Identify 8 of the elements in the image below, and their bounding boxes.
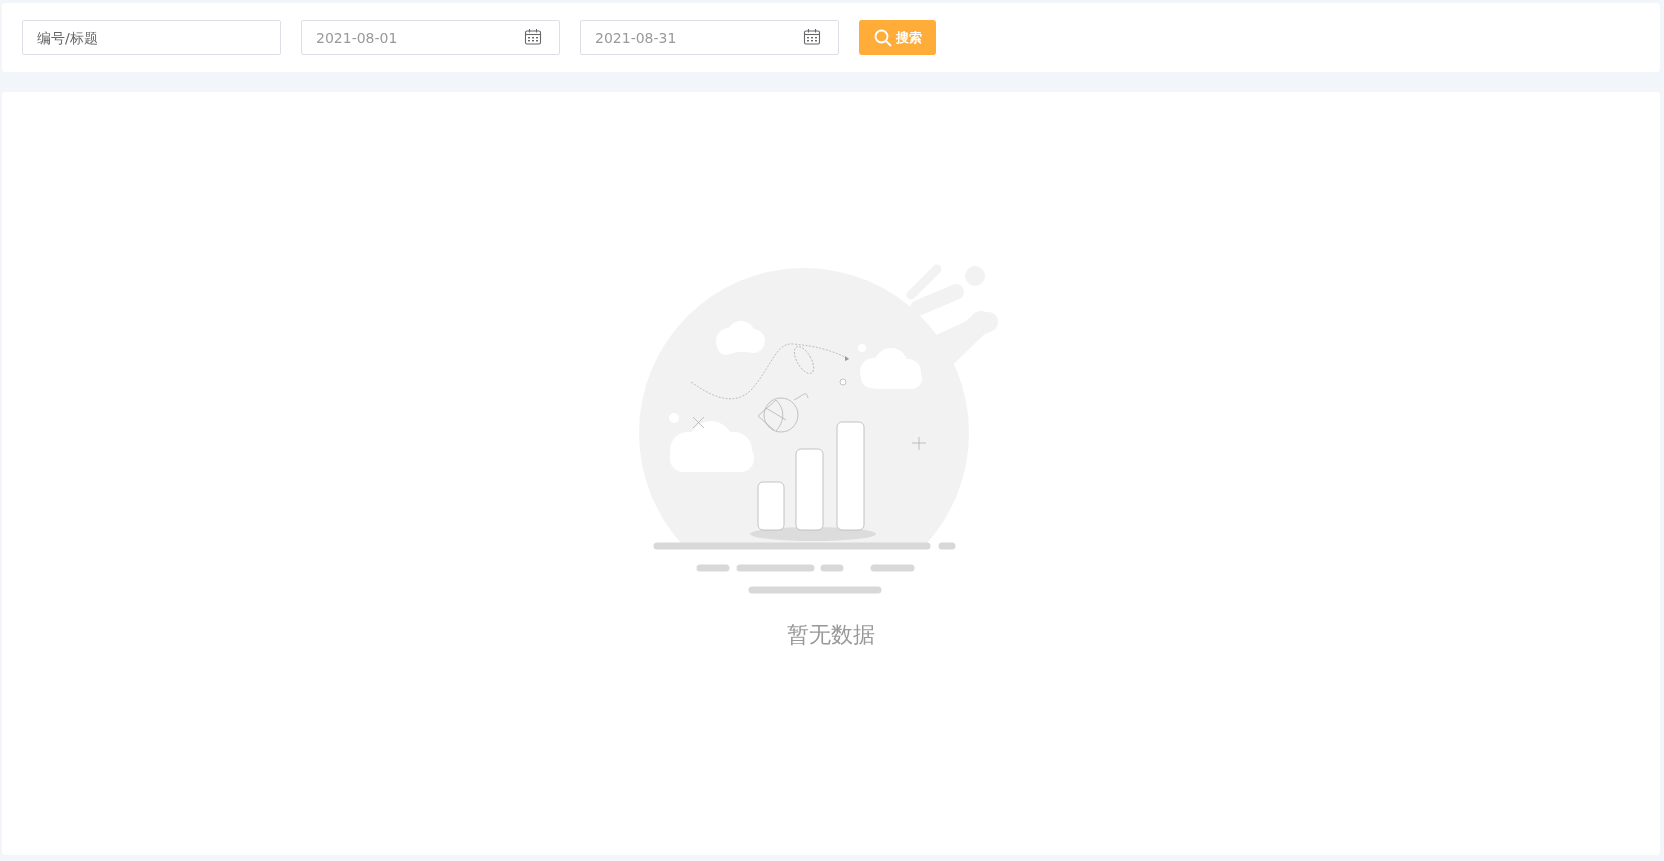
search-button[interactable]: 搜索 [859,20,936,55]
date-field[interactable]: 2021-08-01 [301,20,560,55]
calendar-icon [803,28,821,46]
calendar-icon [524,28,542,46]
empty-message: 暂无数据 [787,621,875,649]
search-field[interactable]: 编号/标题 [22,20,281,55]
search-icon [873,28,892,47]
date-field[interactable]: 2021-08-31 [580,20,839,55]
